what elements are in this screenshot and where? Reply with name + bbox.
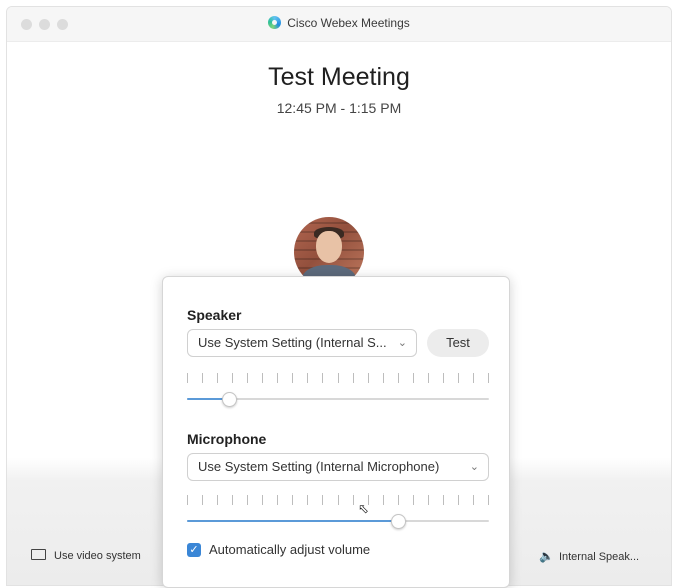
level-tick xyxy=(353,495,354,505)
level-tick xyxy=(262,495,263,505)
use-video-system-label: Use video system xyxy=(54,550,141,562)
speaker-level-meter xyxy=(187,373,489,385)
level-tick xyxy=(262,373,263,383)
auto-adjust-label: Automatically adjust volume xyxy=(209,542,371,557)
audio-connection-button[interactable]: 🔈 Internal Speak... xyxy=(539,549,639,563)
speaker-heading: Speaker xyxy=(187,307,242,323)
level-tick xyxy=(322,373,323,383)
level-tick xyxy=(398,373,399,383)
level-tick xyxy=(443,373,444,383)
level-tick xyxy=(428,373,429,383)
level-tick xyxy=(488,495,489,505)
level-tick xyxy=(413,495,414,505)
speaker-select-value: Use System Setting (Internal S... xyxy=(198,335,387,350)
microphone-heading: Microphone xyxy=(187,431,267,447)
level-tick xyxy=(232,495,233,505)
level-tick xyxy=(292,495,293,505)
chevron-down-icon: ⌄ xyxy=(469,461,479,473)
microphone-volume-thumb[interactable] xyxy=(391,514,406,529)
level-tick xyxy=(353,373,354,383)
level-tick xyxy=(413,373,414,383)
level-tick xyxy=(458,495,459,505)
level-tick xyxy=(247,373,248,383)
microphone-volume-slider[interactable] xyxy=(187,514,489,529)
level-tick xyxy=(488,373,489,383)
level-tick xyxy=(217,373,218,383)
webex-logo-icon xyxy=(268,16,282,29)
level-tick xyxy=(202,373,203,383)
avatar-face xyxy=(316,231,342,263)
level-tick xyxy=(202,495,203,505)
speaker-volume-slider[interactable] xyxy=(187,392,489,407)
level-tick xyxy=(277,373,278,383)
cast-screen-icon xyxy=(31,549,46,560)
level-tick xyxy=(322,495,323,505)
level-tick xyxy=(398,495,399,505)
meeting-title: Test Meeting xyxy=(268,63,410,91)
chevron-down-icon: ⌄ xyxy=(397,337,407,349)
speaker-volume-thumb[interactable] xyxy=(222,392,237,407)
level-tick xyxy=(307,373,308,383)
app-title: Cisco Webex Meetings xyxy=(7,16,671,30)
microphone-level-meter xyxy=(187,495,489,507)
microphone-select-value: Use System Setting (Internal Microphone) xyxy=(198,459,440,474)
level-tick xyxy=(458,373,459,383)
level-tick xyxy=(217,495,218,505)
audio-settings-popover: Speaker Use System Setting (Internal S..… xyxy=(162,276,510,588)
meeting-time: 12:45 PM - 1:15 PM xyxy=(276,100,402,116)
level-tick xyxy=(443,495,444,505)
use-video-system-button[interactable]: Use video system xyxy=(31,549,141,562)
level-tick xyxy=(473,495,474,505)
level-tick xyxy=(187,495,188,505)
audio-connection-label: Internal Speak... xyxy=(558,551,640,563)
level-tick xyxy=(383,373,384,383)
test-speaker-button[interactable]: Test xyxy=(427,329,489,357)
level-tick xyxy=(338,495,339,505)
level-tick xyxy=(473,373,474,383)
microphone-select[interactable]: Use System Setting (Internal Microphone)… xyxy=(187,453,489,481)
speaker-select[interactable]: Use System Setting (Internal S... ⌄ xyxy=(187,329,417,357)
level-tick xyxy=(428,495,429,505)
level-tick xyxy=(292,373,293,383)
level-tick xyxy=(247,495,248,505)
level-tick xyxy=(338,373,339,383)
level-tick xyxy=(307,495,308,505)
level-tick xyxy=(368,373,369,383)
level-tick xyxy=(232,373,233,383)
app-title-text: Cisco Webex Meetings xyxy=(287,16,410,30)
level-tick xyxy=(383,495,384,505)
microphone-volume-fill xyxy=(187,520,398,522)
speaker-icon: 🔈 xyxy=(539,549,554,563)
auto-adjust-checkbox[interactable]: ✓ xyxy=(187,543,201,557)
title-bar: Cisco Webex Meetings xyxy=(7,7,671,42)
level-tick xyxy=(187,373,188,383)
level-tick xyxy=(277,495,278,505)
mouse-cursor-icon: ⬁ xyxy=(358,501,369,516)
